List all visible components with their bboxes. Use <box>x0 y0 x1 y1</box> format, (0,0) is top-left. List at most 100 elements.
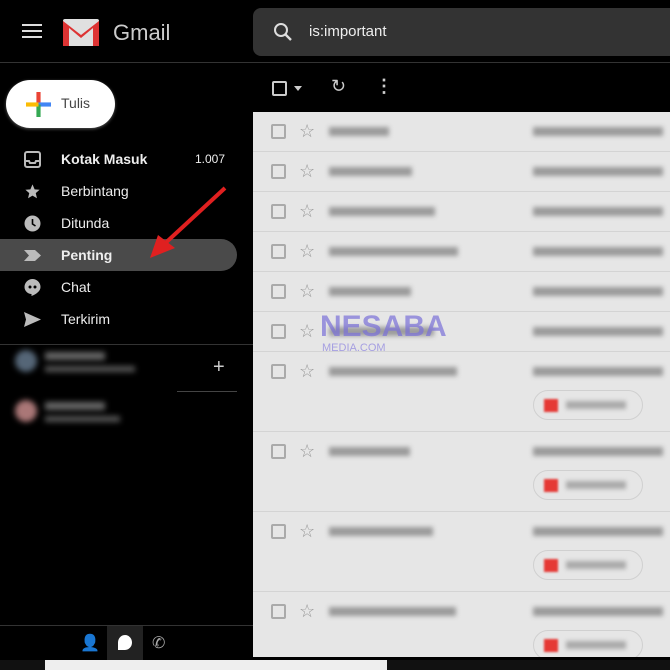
sender-redacted <box>329 287 411 296</box>
email-row[interactable]: ☆ <box>253 192 670 232</box>
search-icon[interactable] <box>273 22 293 42</box>
select-all-checkbox[interactable] <box>272 81 287 96</box>
sidebar-item-label: Penting <box>61 247 113 263</box>
email-row[interactable]: ☆ <box>253 432 670 512</box>
subject-redacted <box>533 127 663 136</box>
email-list: ☆ ☆ ☆ ☆ ☆ ☆ ☆ ☆ ☆ ☆ <box>253 112 670 657</box>
search-query[interactable]: is:important <box>309 23 387 40</box>
subject-redacted <box>533 207 663 216</box>
subject-redacted <box>533 607 663 616</box>
row-checkbox[interactable] <box>271 284 286 299</box>
row-checkbox[interactable] <box>271 124 286 139</box>
star-icon[interactable]: ☆ <box>299 321 315 342</box>
row-checkbox[interactable] <box>271 524 286 539</box>
chat-icon <box>118 635 132 650</box>
attachment-chip[interactable] <box>533 550 643 580</box>
attachment-chip[interactable] <box>533 470 643 500</box>
contact-item[interactable] <box>15 400 165 430</box>
watermark-logo: NESABA <box>320 310 447 343</box>
attachment-chip[interactable] <box>533 630 643 657</box>
subject-redacted <box>533 287 663 296</box>
star-icon[interactable]: ☆ <box>299 361 315 382</box>
star-icon[interactable]: ☆ <box>299 601 315 622</box>
main-content: ↻ ⋮ ☆ ☆ ☆ ☆ ☆ ☆ ☆ ☆ ☆ ☆ <box>253 63 670 670</box>
contacts-icon[interactable]: 👤 <box>80 633 100 653</box>
sender-redacted <box>329 527 433 536</box>
sender-redacted <box>329 167 412 176</box>
row-checkbox[interactable] <box>271 204 286 219</box>
star-icon <box>24 183 41 200</box>
star-icon[interactable]: ☆ <box>299 281 315 302</box>
toolbar: ↻ ⋮ <box>253 63 670 112</box>
pdf-icon <box>544 479 558 492</box>
contact-item[interactable] <box>15 350 165 380</box>
sidebar-item-label: Berbintang <box>61 183 129 199</box>
row-checkbox[interactable] <box>271 324 286 339</box>
app-name: Gmail <box>113 20 171 45</box>
important-icon <box>24 247 41 264</box>
email-row[interactable]: ☆ <box>253 152 670 192</box>
sidebar-item-kotak-masuk[interactable]: Kotak Masuk 1.007 <box>0 143 237 175</box>
taskbar-search[interactable] <box>45 660 387 670</box>
email-row[interactable]: ☆ <box>253 592 670 657</box>
sidebar-item-label: Terkirim <box>61 311 110 327</box>
send-icon <box>24 311 41 328</box>
inbox-icon <box>24 151 41 168</box>
subject-redacted <box>533 167 663 176</box>
phone-icon[interactable]: ✆ <box>152 633 165 653</box>
compose-button[interactable]: Tulis <box>6 80 115 128</box>
hangouts-divider <box>0 344 253 345</box>
main-menu-button[interactable] <box>22 24 42 38</box>
chevron-down-icon[interactable] <box>294 86 302 95</box>
sidebar-item-label: Chat <box>61 279 91 295</box>
row-checkbox[interactable] <box>271 604 286 619</box>
compose-label: Tulis <box>61 95 91 111</box>
email-row[interactable]: ☆ <box>253 272 670 312</box>
hangouts-tab[interactable] <box>107 626 143 661</box>
pdf-icon <box>544 399 558 412</box>
star-icon[interactable]: ☆ <box>299 241 315 262</box>
attachment-chip[interactable] <box>533 390 643 420</box>
subject-redacted <box>533 327 663 336</box>
star-icon[interactable]: ☆ <box>299 521 315 542</box>
star-icon[interactable]: ☆ <box>299 161 315 182</box>
sender-redacted <box>329 447 410 456</box>
refresh-icon[interactable]: ↻ <box>331 76 346 97</box>
email-row[interactable]: ☆ <box>253 232 670 272</box>
chat-icon <box>24 279 41 296</box>
email-row[interactable]: ☆ <box>253 352 670 432</box>
watermark-logo-sub: MEDIA.COM <box>322 342 386 354</box>
unread-count: 1.007 <box>194 152 225 166</box>
sender-redacted <box>329 247 458 256</box>
sender-redacted <box>329 367 457 376</box>
hangouts-bottom-bar: 👤 ✆ <box>0 625 253 661</box>
top-bar: Gmail is:important <box>0 0 670 63</box>
row-checkbox[interactable] <box>271 244 286 259</box>
row-checkbox[interactable] <box>271 164 286 179</box>
sidebar-item-chat[interactable]: Chat <box>0 271 237 303</box>
sender-redacted <box>329 607 456 616</box>
sidebar-item-label: Ditunda <box>61 215 110 231</box>
star-icon[interactable]: ☆ <box>299 201 315 222</box>
row-checkbox[interactable] <box>271 444 286 459</box>
sidebar-item-terkirim[interactable]: Terkirim <box>0 303 237 335</box>
annotation-arrow <box>150 186 227 258</box>
pdf-icon <box>544 639 558 652</box>
row-checkbox[interactable] <box>271 364 286 379</box>
search-input[interactable]: is:important <box>253 8 670 56</box>
add-contact-button[interactable]: + <box>213 356 225 379</box>
more-options-icon[interactable]: ⋮ <box>375 76 393 97</box>
clock-icon <box>24 215 41 232</box>
subject-redacted <box>533 527 663 536</box>
pdf-icon <box>544 559 558 572</box>
star-icon[interactable]: ☆ <box>299 441 315 462</box>
sender-redacted <box>329 207 435 216</box>
subject-redacted <box>533 247 663 256</box>
email-row[interactable]: ☆ <box>253 312 670 352</box>
sidebar-item-label: Kotak Masuk <box>61 151 148 167</box>
email-row[interactable]: ☆ <box>253 512 670 592</box>
contact-divider <box>177 391 237 392</box>
email-row[interactable]: ☆ <box>253 112 670 152</box>
star-icon[interactable]: ☆ <box>299 121 315 142</box>
subject-redacted <box>533 367 663 376</box>
